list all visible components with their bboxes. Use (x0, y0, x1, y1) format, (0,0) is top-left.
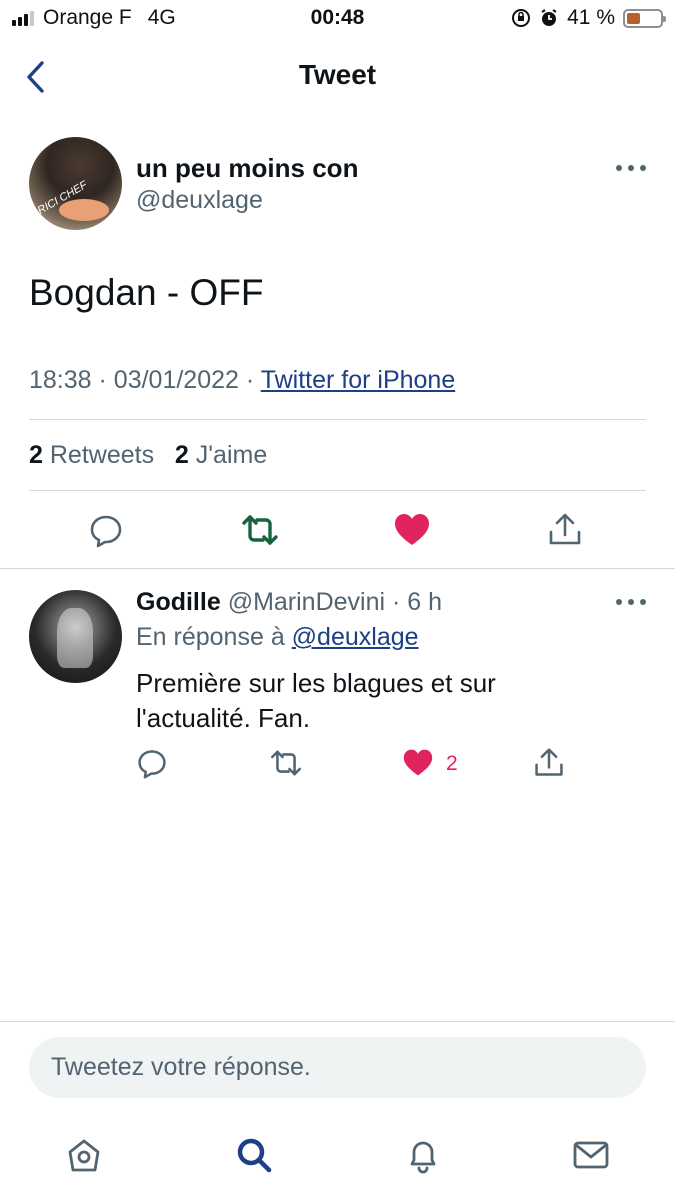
tweet-stats: 2 Retweets 2 J'aime (29, 441, 267, 470)
replying-to: En réponse à @deuxlage (136, 623, 419, 651)
share-button[interactable] (545, 510, 585, 550)
home-icon (68, 1139, 100, 1172)
reply-age: 6 h (407, 588, 443, 616)
status-bar: Orange F 4G 00:48 41 % (0, 0, 675, 38)
search-icon (237, 1138, 272, 1173)
author-avatar[interactable]: RICI CHEF (29, 137, 122, 230)
share-icon (549, 513, 581, 545)
author-handle[interactable]: @deuxlage (136, 186, 263, 215)
reply-author-handle[interactable]: @MarinDevini (228, 588, 385, 616)
tweet-meta: 18:38 · 03/01/2022 · Twitter for iPhone (29, 366, 456, 394)
reply-retweet-button[interactable] (266, 745, 306, 781)
battery-icon (623, 8, 666, 28)
reply-more-options-icon[interactable] (616, 596, 646, 608)
reply-share-button[interactable] (531, 745, 567, 781)
reply-like-button[interactable] (400, 745, 436, 781)
tab-search[interactable] (232, 1133, 276, 1177)
heart-filled-icon (403, 749, 433, 776)
alarm-icon (541, 9, 557, 26)
reply-author-avatar[interactable] (29, 590, 122, 683)
divider (29, 490, 646, 491)
tweet-text: Bogdan - OFF (29, 272, 264, 313)
nav-bar: Tweet (0, 45, 675, 105)
retweet-icon (242, 515, 278, 545)
likes-stat[interactable]: 2 J'aime (175, 441, 267, 469)
reply-reply-button[interactable] (134, 745, 170, 781)
more-options-icon[interactable] (616, 162, 646, 174)
tweet-source-link[interactable]: Twitter for iPhone (261, 366, 456, 394)
retweets-stat[interactable]: 2 Retweets (29, 441, 154, 469)
reply-compose-input[interactable]: Tweetez votre réponse. (29, 1037, 646, 1098)
reply-header: Godille @MarinDevini · 6 h (136, 588, 443, 616)
divider (29, 419, 646, 420)
reply-button[interactable] (86, 510, 126, 550)
messages-icon (573, 1141, 609, 1169)
divider (0, 568, 675, 569)
reply-icon (90, 515, 122, 548)
tab-messages[interactable] (569, 1133, 613, 1177)
heart-filled-icon (395, 514, 429, 545)
tweet-time: 18:38 (29, 366, 92, 394)
orientation-lock-icon (512, 9, 531, 27)
share-icon (535, 748, 563, 776)
battery-percent: 41 % (567, 6, 615, 29)
notifications-icon (410, 1141, 436, 1174)
tab-home[interactable] (62, 1133, 106, 1177)
status-right: 41 % (511, 6, 666, 30)
author-name[interactable]: un peu moins con (136, 153, 358, 184)
tweet-date: 03/01/2022 (113, 366, 239, 394)
reply-author-name[interactable]: Godille (136, 588, 221, 616)
battery-level-fill (627, 12, 641, 24)
reply-like-count: 2 (446, 752, 458, 775)
compose-placeholder: Tweetez votre réponse. (51, 1053, 311, 1081)
like-button[interactable] (392, 510, 432, 550)
divider (0, 1021, 675, 1022)
tab-notifications[interactable] (401, 1133, 445, 1177)
reply-text: Première sur les blagues et sur l'actual… (136, 668, 496, 733)
page-title: Tweet (298, 59, 377, 90)
retweet-icon (271, 750, 301, 776)
reply-to-mention-link[interactable]: @deuxlage (292, 623, 419, 651)
retweet-button[interactable] (238, 510, 282, 550)
reply-icon (138, 750, 166, 779)
